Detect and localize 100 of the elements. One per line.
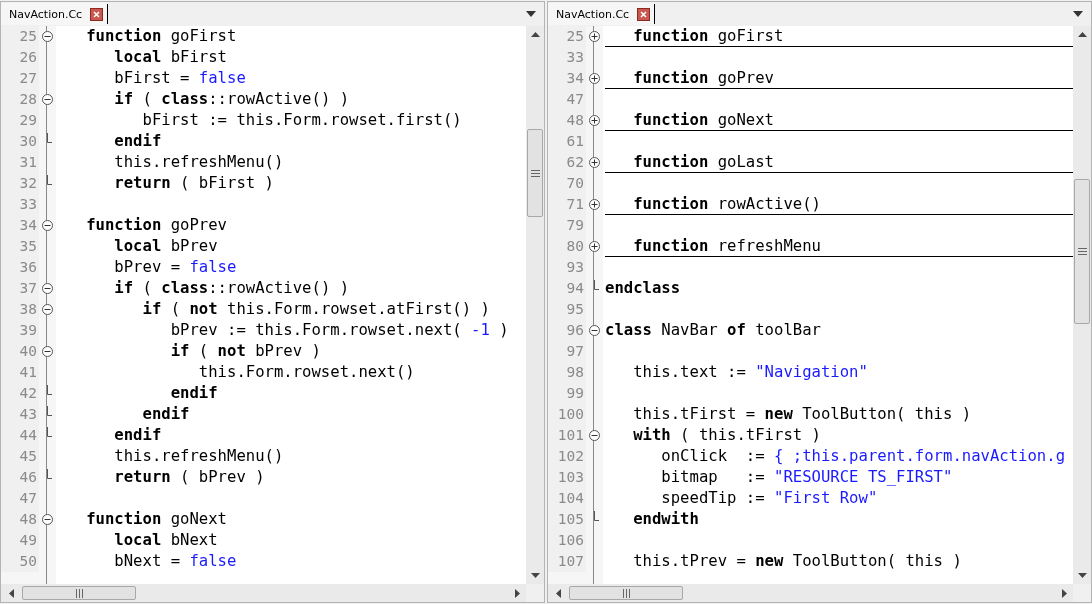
scroll-right-arrow-icon[interactable] [1062,588,1067,598]
line-number: 34 [1,215,39,236]
line-number: 34 [548,68,586,89]
code-line: local bNext [113,531,218,549]
collapse-icon[interactable] [42,346,53,357]
code-line: endwith [632,510,699,528]
expand-icon[interactable] [589,73,600,84]
fold-end-icon [594,510,599,521]
expand-icon[interactable] [589,199,600,210]
fold-end-icon [47,468,52,479]
code-line: endclass [605,279,681,297]
line-number: 71 [548,194,586,215]
close-icon[interactable] [637,7,651,21]
scroll-down-arrow-icon[interactable] [1077,573,1087,578]
code-line: if ( not bPrev ) [169,342,321,360]
grip-icon [622,588,630,598]
file-tab[interactable]: NavAction.Cc [1,3,108,25]
grip-icon [75,588,83,598]
collapse-icon[interactable] [42,31,53,42]
collapse-icon[interactable] [42,220,53,231]
line-number: 100 [548,404,586,425]
code-line: endif [113,426,162,444]
collapse-icon[interactable] [42,94,53,105]
scroll-right-arrow-icon[interactable] [515,588,520,598]
line-number: 42 [1,383,39,404]
code-line: endif [141,405,190,423]
line-number: 47 [1,488,39,509]
line-number: 31 [1,152,39,173]
code-line: function goFirst [85,27,237,45]
scroll-left-arrow-icon[interactable] [9,588,14,598]
line-number: 61 [548,131,586,152]
collapse-icon[interactable] [42,514,53,525]
code-line: function refreshMenu [632,237,821,255]
scroll-down-arrow-icon[interactable] [530,573,540,578]
expand-icon[interactable] [589,115,600,126]
code-line: this.tPrev = new ToolButton( this ) [632,552,962,570]
scroll-up-arrow-icon[interactable] [1077,32,1087,37]
dropdown-caret-icon[interactable] [1073,11,1083,17]
expand-icon[interactable] [589,157,600,168]
line-number: 46 [1,467,39,488]
code-line: this.tFirst = new ToolButton( this ) [632,405,972,423]
line-number: 27 [1,68,39,89]
line-number: 70 [548,173,586,194]
collapse-icon[interactable] [42,283,53,294]
line-number: 80 [548,236,586,257]
code-line: onClick := { ;this.parent.form.navAction.g [660,447,1066,465]
code-line: this.Form.rowset.next() [197,363,415,381]
line-number: 33 [548,47,586,68]
line-number: 95 [548,299,586,320]
fold-end-icon [47,405,52,416]
code-line: bPrev = false [113,258,237,276]
code-line: function goNext [632,111,774,129]
code-line: bFirst = false [113,69,246,87]
line-number: 49 [1,530,39,551]
fold-end-icon [47,132,52,143]
code-line: if ( class::rowActive() ) [113,90,350,108]
expand-icon[interactable] [589,31,600,42]
code-line: function rowActive() [632,195,821,213]
line-number: 39 [1,320,39,341]
code-line: bFirst := this.Form.rowset.first() [141,111,462,129]
code-line: local bPrev [113,237,218,255]
collapse-icon[interactable] [42,304,53,315]
code-line: function goLast [632,153,774,171]
code-line: function goFirst [632,27,784,45]
grip-icon [530,169,540,177]
line-number: 35 [1,236,39,257]
collapse-icon[interactable] [589,325,600,336]
line-number: 94 [548,278,586,299]
code-line: return ( bFirst ) [113,174,274,192]
dropdown-caret-icon[interactable] [526,11,536,17]
code-line: bPrev := this.Form.rowset.next( -1 ) [169,321,509,339]
line-number: 104 [548,488,586,509]
scrollbar-thumb[interactable] [569,586,683,600]
line-number: 38 [1,299,39,320]
scroll-left-arrow-icon[interactable] [556,588,561,598]
line-number: 29 [1,110,39,131]
fold-end-icon [47,174,52,185]
line-number: 40 [1,341,39,362]
code-line: endif [169,384,218,402]
scrollbar-thumb[interactable] [22,586,136,600]
line-number: 32 [1,173,39,194]
code-line: function goPrev [85,216,227,234]
line-number: 102 [548,446,586,467]
scrollbar-thumb[interactable] [1074,179,1090,324]
expand-icon[interactable] [589,241,600,252]
code-line: local bFirst [113,48,227,66]
line-number: 30 [1,131,39,152]
line-number: 93 [548,257,586,278]
line-number: 37 [1,278,39,299]
line-number: 48 [1,509,39,530]
close-icon[interactable] [90,7,104,21]
collapse-icon[interactable] [589,430,600,441]
line-number: 105 [548,509,586,530]
file-tab[interactable]: NavAction.Cc [548,3,655,25]
line-number: 79 [548,215,586,236]
code-line: bitmap := "RESOURCE TS_FIRST" [660,468,953,486]
scrollbar-thumb[interactable] [527,129,543,217]
line-number: 107 [548,551,586,572]
scroll-up-arrow-icon[interactable] [530,32,540,37]
code-line: endif [113,132,162,150]
